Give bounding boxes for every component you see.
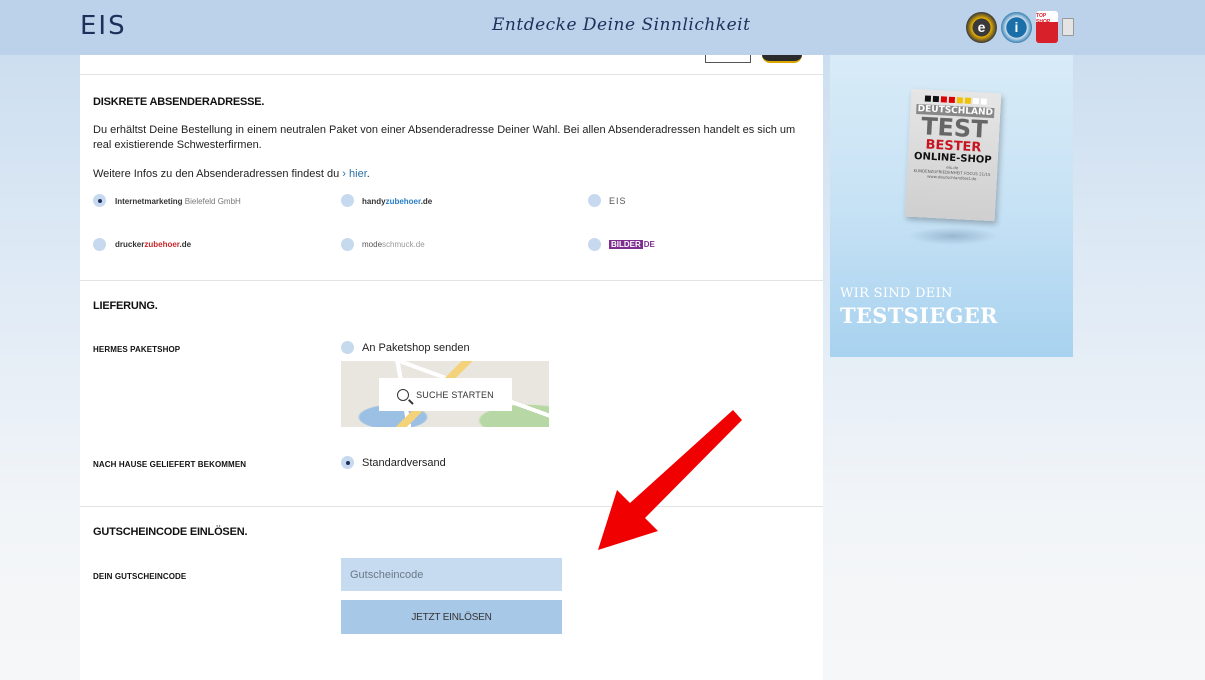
redeem-coupon-button[interactable]: JETZT EINLÖSEN [341, 600, 562, 634]
more-info-suffix: . [366, 168, 370, 180]
sender-option-internetmarketing[interactable]: Internetmarketing Bielefeld GmbH [115, 197, 241, 206]
trust-seals: e i TOP SHOP [966, 11, 1074, 43]
paketshop-option-label[interactable]: An Paketshop senden [362, 342, 470, 354]
more-info-text: Weitere Infos zu den Absenderadressen fi… [93, 168, 343, 180]
ad-headline-small: WIR SIND DEIN [840, 286, 953, 301]
divider [80, 74, 823, 75]
search-button-label: SUCHE STARTEN [416, 389, 494, 400]
paketshop-map[interactable]: SUCHE STARTEN [341, 361, 549, 427]
home-delivery-label: NACH HAUSE GELIEFERT BEKOMMEN [93, 460, 247, 469]
more-info-link[interactable]: hier [349, 168, 367, 180]
sender-option-druckerzubehoer[interactable]: druckerzubehoer.de [115, 240, 191, 249]
coupon-input[interactable] [341, 558, 562, 591]
divider [80, 280, 823, 281]
coupon-section-title: GUTSCHEINCODE EINLÖSEN. [93, 526, 248, 538]
tagline: Entdecke Deine Sinnlichkeit [492, 15, 751, 35]
sender-option-handyzubehoer[interactable]: handyzubehoer.de [362, 197, 432, 206]
ad-headline-large: TESTSIEGER [840, 303, 998, 328]
sender-radio-handyzubehoer[interactable] [341, 194, 354, 207]
standard-shipping-label[interactable]: Standardversand [362, 457, 446, 469]
badge-shadow [908, 227, 998, 245]
hermes-label: HERMES PAKETSHOP [93, 345, 181, 354]
mini-seal-icon[interactable] [1062, 18, 1074, 36]
standard-shipping-radio[interactable] [341, 456, 354, 469]
deutschland-test-badge: DEUTSCHLAND TEST BESTER ONLINE-SHOP eis.… [904, 88, 1002, 222]
paketshop-radio[interactable] [341, 341, 354, 354]
gold-badge-icon [762, 55, 802, 63]
sender-radio-internetmarketing[interactable] [93, 194, 106, 207]
sender-option-bilder[interactable]: BILDER DE [609, 240, 655, 249]
search-icon [397, 388, 410, 401]
trusted-shops-seal-icon[interactable]: e [966, 11, 997, 43]
sender-radio-eis[interactable] [588, 194, 601, 207]
ekomi-seal-icon[interactable]: i [1001, 11, 1032, 43]
sender-radio-bilder[interactable] [588, 238, 601, 251]
sender-section-title: DISKRETE ABSENDERADRESSE. [93, 96, 265, 108]
coupon-field-label: DEIN GUTSCHEINCODE [93, 572, 187, 581]
red-arrow-icon [598, 410, 742, 550]
search-paketshop-button[interactable]: SUCHE STARTEN [379, 378, 512, 411]
sender-description: Du erhältst Deine Bestellung in einem ne… [93, 124, 796, 151]
sender-option-eis[interactable]: EIS [609, 196, 627, 206]
delivery-section-title: LIEFERUNG. [93, 300, 158, 312]
site-header: EIS Entdecke Deine Sinnlichkeit e i TOP … [0, 0, 1205, 55]
testsieger-ad[interactable]: DEUTSCHLAND TEST BESTER ONLINE-SHOP eis.… [830, 55, 1073, 357]
top-shop-seal-icon[interactable]: TOP SHOP [1036, 11, 1058, 43]
sender-more-info: Weitere Infos zu den Absenderadressen fi… [93, 167, 370, 182]
sender-radio-modeschmuck[interactable] [341, 238, 354, 251]
sender-radio-druckerzubehoer[interactable] [93, 238, 106, 251]
bilder-badge-icon [705, 55, 751, 63]
sender-option-modeschmuck[interactable]: modeschmuck.de [362, 240, 425, 249]
eis-logo[interactable]: EIS [80, 11, 127, 41]
